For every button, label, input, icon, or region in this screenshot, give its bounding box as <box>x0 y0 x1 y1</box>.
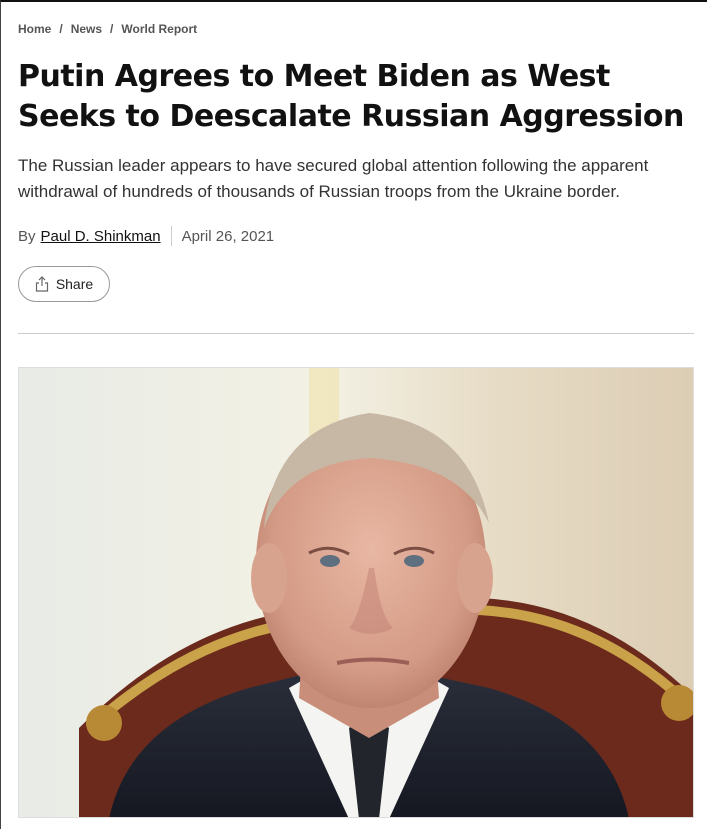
article-deck: The Russian leader appears to have secur… <box>18 156 649 201</box>
author-link[interactable]: Paul D. Shinkman <box>41 228 161 245</box>
byline-prefix: By <box>18 227 36 245</box>
breadcrumb: Home / News / World Report <box>18 22 197 36</box>
breadcrumb-news-link[interactable]: News <box>71 22 102 36</box>
share-icon <box>35 276 49 292</box>
publish-date: April 26, 2021 <box>181 227 275 245</box>
share-button[interactable]: Share <box>18 266 110 302</box>
breadcrumb-separator: / <box>110 22 114 36</box>
article-title: Putin Agrees to Meet Biden as West Seeks… <box>18 59 684 134</box>
breadcrumb-home-link[interactable]: Home <box>18 22 51 36</box>
share-label: Share <box>55 276 94 292</box>
breadcrumb-separator: / <box>59 22 63 36</box>
breadcrumb-world-report-link[interactable]: World Report <box>121 22 197 36</box>
header-divider <box>18 333 694 334</box>
byline: By Paul D. Shinkman April 26, 2021 <box>18 226 274 246</box>
byline-divider <box>170 226 172 246</box>
article-photo <box>18 367 694 818</box>
